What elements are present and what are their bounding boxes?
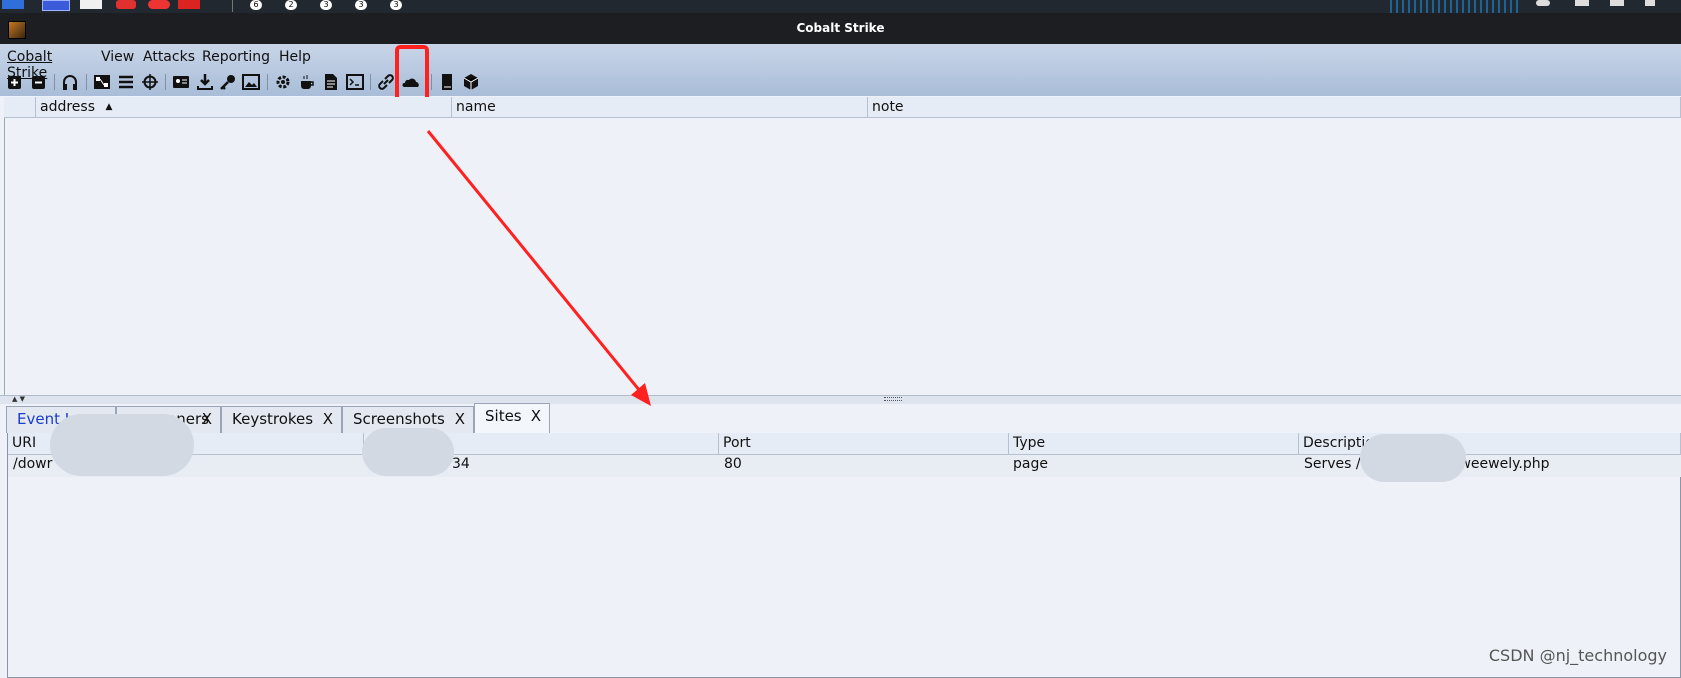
collapse-arrows-icon[interactable]: ▲ ▼ <box>12 396 25 403</box>
sort-ascending-icon: ▲ <box>105 102 113 112</box>
site-port: 80 <box>724 456 742 472</box>
task-badge-2[interactable]: 2 <box>285 0 297 10</box>
lock-icon[interactable] <box>1645 0 1655 6</box>
app-1-icon[interactable] <box>116 0 136 9</box>
column-label: Type <box>1013 435 1046 451</box>
toolbar-separator <box>54 74 55 90</box>
settings-icon[interactable] <box>274 73 292 91</box>
splitter-grip-icon[interactable] <box>884 397 902 401</box>
column-header-name[interactable]: name <box>452 97 868 118</box>
credentials-icon[interactable] <box>172 73 190 91</box>
package-icon[interactable] <box>462 73 480 91</box>
redaction-blur <box>362 428 454 476</box>
start-menu-icon[interactable] <box>2 0 24 9</box>
tab-keystrokes[interactable]: Keystrokes X <box>221 406 342 433</box>
menu-attacks[interactable]: Attacks <box>143 49 195 65</box>
tab-label: Keystrokes <box>232 410 314 428</box>
site-uri: /dowr <box>13 456 53 472</box>
console-icon[interactable] <box>346 73 364 91</box>
toolbar-separator <box>431 74 432 90</box>
app-3-icon[interactable] <box>178 0 200 9</box>
minus-icon[interactable] <box>30 73 48 91</box>
headphones-icon[interactable] <box>61 73 79 91</box>
key-icon[interactable] <box>219 73 237 91</box>
task-badge-4[interactable]: 3 <box>355 0 367 10</box>
column-header-note[interactable]: note <box>868 97 1681 118</box>
book-icon[interactable] <box>438 73 456 91</box>
graph-view-icon[interactable] <box>93 73 111 91</box>
window-titlebar: Cobalt Strike <box>0 13 1681 44</box>
console-tabs: Event Lo eners X Keystrokes X Screenshots X… <box>0 403 1681 433</box>
column-label: note <box>872 99 904 115</box>
task-badge-5[interactable]: 3 <box>390 0 402 10</box>
display-icon[interactable] <box>1610 0 1624 6</box>
volume-icon[interactable] <box>1575 0 1589 6</box>
toolbar-separator <box>165 74 166 90</box>
redaction-blur <box>50 414 194 476</box>
app-2-icon[interactable] <box>148 0 170 9</box>
workspace-1-icon[interactable] <box>42 0 70 11</box>
tab-sites[interactable]: Sites X <box>474 403 550 433</box>
tab-close-icon[interactable]: X <box>455 407 465 432</box>
site-description: Serves / <box>1304 456 1361 472</box>
list-view-icon[interactable] <box>117 73 135 91</box>
toolbar-separator <box>370 74 371 90</box>
plus-icon[interactable] <box>6 73 24 91</box>
tab-label: Screenshots <box>353 410 445 428</box>
task-badge-3[interactable]: 3 <box>320 0 332 10</box>
column-header-description[interactable]: Description <box>1299 433 1681 455</box>
toolbar-separator <box>267 74 268 90</box>
link-icon[interactable] <box>377 73 395 91</box>
tab-close-icon[interactable]: X <box>323 407 333 432</box>
menu-reporting[interactable]: Reporting <box>202 49 270 65</box>
toolbar-separator <box>86 74 87 90</box>
targets-table <box>4 97 1681 395</box>
highlight-box <box>395 45 429 105</box>
workspace-2-icon[interactable] <box>80 0 102 9</box>
cpu-graph-icon <box>1390 0 1520 13</box>
column-header-port[interactable]: Port <box>719 433 1009 455</box>
menu-view[interactable]: View <box>101 49 134 65</box>
tab-label: Sites <box>485 407 522 425</box>
tab-close-icon[interactable]: X <box>531 404 541 429</box>
column-label: address <box>40 99 96 115</box>
main-toolbar <box>0 70 1681 96</box>
redaction-blur <box>1360 434 1466 482</box>
site-host: 34 <box>452 456 470 472</box>
coffee-icon[interactable] <box>298 73 316 91</box>
task-badge-1[interactable]: 6 <box>250 0 262 10</box>
system-taskbar: 6 2 3 3 3 <box>0 0 1681 13</box>
taskbar-divider <box>232 0 233 12</box>
watermark: CSDN @nj_technology <box>1488 646 1667 665</box>
column-label: name <box>456 99 496 115</box>
image-icon[interactable] <box>242 73 260 91</box>
column-label: URI <box>12 435 37 451</box>
tab-close-icon[interactable]: X <box>202 407 212 432</box>
download-icon[interactable] <box>196 73 214 91</box>
column-header-address[interactable]: address ▲ <box>36 97 452 118</box>
window-title: Cobalt Strike <box>796 21 885 35</box>
column-label: Port <box>723 435 751 451</box>
document-icon[interactable] <box>322 73 340 91</box>
site-type: page <box>1013 456 1048 472</box>
targets-row-header <box>4 97 36 118</box>
column-header-type[interactable]: Type <box>1009 433 1299 455</box>
target-icon[interactable] <box>141 73 159 91</box>
menu-help[interactable]: Help <box>279 49 311 65</box>
network-icon[interactable] <box>1536 0 1550 6</box>
